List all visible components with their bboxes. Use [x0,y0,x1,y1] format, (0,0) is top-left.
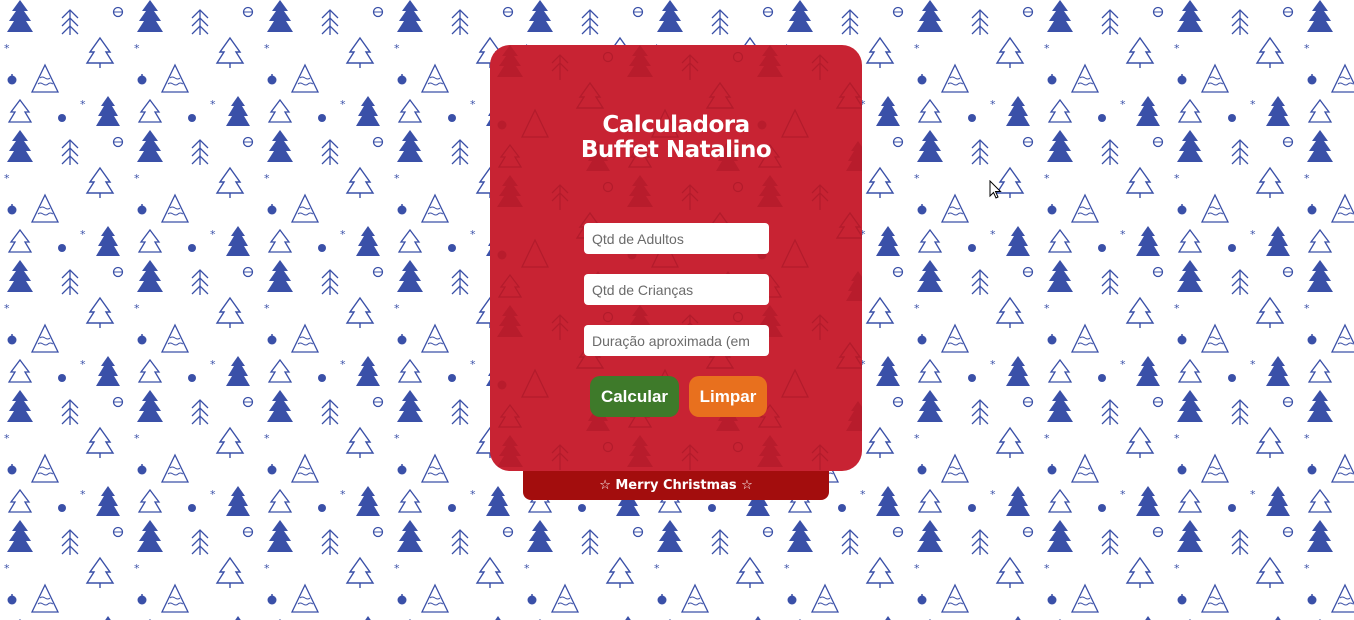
title-line-1: Calculadora [602,112,750,138]
page-title: Calculadora Buffet Natalino [490,113,862,163]
calcular-button[interactable]: Calcular [590,376,679,417]
criancas-input[interactable] [584,274,769,305]
adultos-input[interactable] [584,223,769,254]
calculator-card: Calculadora Buffet Natalino Calcular Lim… [490,45,862,471]
limpar-button[interactable]: Limpar [689,376,767,417]
duracao-input[interactable] [584,325,769,356]
title-line-2: Buffet Natalino [580,137,772,163]
merry-christmas-footer: ☆ Merry Christmas ☆ [523,471,829,500]
mouse-pointer-icon [989,180,1002,199]
